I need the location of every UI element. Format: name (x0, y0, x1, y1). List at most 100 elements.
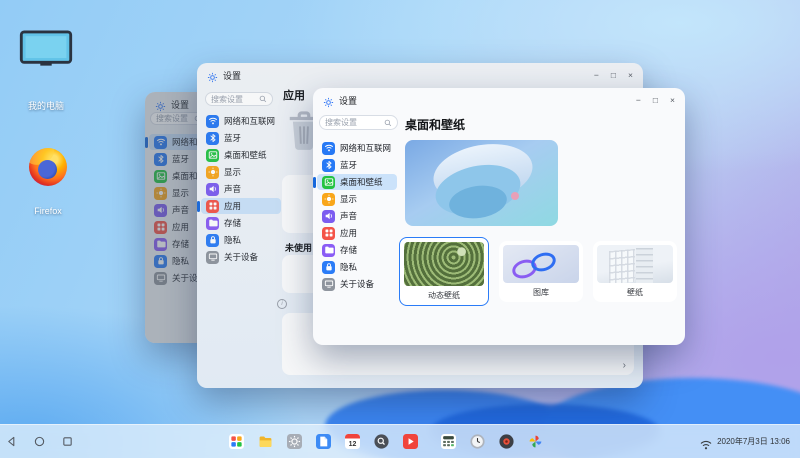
sidebar-item-label: 应用 (172, 221, 189, 233)
sidebar-item-bluetooth[interactable]: 蓝牙 (201, 130, 281, 146)
taskbar-app-settings-icon[interactable] (287, 434, 302, 449)
wifi-status-icon[interactable] (700, 437, 712, 447)
sidebar-item-sound[interactable]: 声音 (201, 181, 281, 197)
wallpaper-card-static[interactable]: 壁纸 (593, 241, 677, 302)
taskbar-app-search-icon[interactable] (374, 434, 389, 449)
sidebar-item-label: 声音 (224, 183, 241, 195)
sidebar-item-storage[interactable]: 存储 (201, 215, 281, 231)
section-label-unused: 未使用 (285, 241, 312, 254)
settings-search-input[interactable] (211, 93, 259, 105)
sidebar-item-label: 显示 (172, 187, 189, 199)
sidebar-item-apps[interactable]: 应用 (201, 198, 281, 214)
about-icon (154, 272, 167, 285)
wallpaper-card-dynamic[interactable]: 动态壁纸 (399, 237, 489, 306)
sidebar-item-label: 隐私 (224, 234, 241, 246)
sidebar-item-display[interactable]: 显示 (317, 191, 397, 207)
settings-gear-icon (207, 70, 218, 81)
window-titlebar[interactable]: 设置 − □ × (313, 88, 685, 112)
page-title: 应用 (283, 87, 305, 103)
sidebar-item-sound[interactable]: 声音 (317, 208, 397, 224)
wallpaper-card-label: 壁纸 (597, 287, 673, 298)
minimize-button[interactable]: − (636, 96, 641, 105)
more-chevron[interactable]: › (623, 360, 626, 371)
sidebar-item-network[interactable]: 网络和互联网 (317, 140, 397, 156)
sidebar-item-display[interactable]: 显示 (201, 164, 281, 180)
taskbar-app-documents-icon[interactable] (316, 434, 331, 449)
sidebar-item-label: 存储 (340, 244, 357, 256)
sidebar-item-label: 显示 (340, 193, 357, 205)
bluetooth-icon (322, 159, 335, 172)
sidebar-item-label: 存储 (224, 217, 241, 229)
sidebar-item-label: 关于设备 (224, 251, 258, 263)
desktop: 我的电脑 Firefox 设置 − □ × 网络和互联网蓝牙桌面和壁纸显示声音应… (0, 0, 800, 458)
storage-icon (206, 217, 219, 230)
display-icon (322, 193, 335, 206)
settings-sidebar: 网络和互联网蓝牙桌面和壁纸显示声音应用存储隐私关于设备 (198, 113, 284, 266)
taskbar-app-calculator-icon[interactable] (441, 434, 456, 449)
display-icon (154, 187, 167, 200)
window-title: 设置 (223, 69, 241, 82)
taskbar-app-video-player-icon[interactable] (403, 434, 418, 449)
desktop-icon-label: Firefox (16, 206, 80, 216)
apps-icon (154, 221, 167, 234)
maximize-button[interactable]: □ (611, 71, 616, 80)
apps-icon (206, 200, 219, 213)
sidebar-item-network[interactable]: 网络和互联网 (201, 113, 281, 129)
wallpaper-icon (154, 170, 167, 183)
sidebar-item-label: 隐私 (340, 261, 357, 273)
sound-icon (206, 183, 219, 196)
selected-indicator (313, 177, 316, 188)
desktop-icon-my-computer[interactable]: 我的电脑 (14, 30, 78, 112)
maximize-button[interactable]: □ (653, 96, 658, 105)
sidebar-item-label: 声音 (172, 204, 189, 216)
static-thumbnail (597, 245, 673, 283)
desktop-icon-firefox[interactable]: Firefox (16, 148, 80, 216)
taskbar-app-launcher-icon[interactable] (229, 434, 244, 449)
sidebar-item-privacy[interactable]: 隐私 (201, 232, 281, 248)
wallpaper-card-row: 动态壁纸图库壁纸 (399, 237, 677, 306)
search-icon (384, 119, 392, 127)
search-icon (259, 95, 267, 103)
sidebar-item-label: 存储 (172, 238, 189, 250)
sidebar-item-label: 关于设备 (340, 278, 374, 290)
datetime-label[interactable]: 2020年7月3日 13:06 (717, 436, 790, 447)
network-icon (154, 136, 167, 149)
sidebar-item-apps[interactable]: 应用 (317, 225, 397, 241)
display-icon (206, 166, 219, 179)
sidebar-item-about[interactable]: 关于设备 (201, 249, 281, 265)
taskbar-app-photos-icon[interactable] (528, 434, 543, 449)
settings-search-input[interactable] (325, 117, 384, 129)
close-button[interactable]: × (670, 96, 675, 105)
taskbar-app-calendar-icon[interactable]: 12 (345, 434, 360, 449)
nav-home-button[interactable] (34, 436, 45, 447)
sidebar-item-privacy[interactable]: 隐私 (317, 259, 397, 275)
settings-window-front: 设置 − □ × 网络和互联网蓝牙桌面和壁纸显示声音应用存储隐私关于设备 桌面和… (313, 88, 685, 345)
sidebar-item-wallpaper[interactable]: 桌面和壁纸 (317, 174, 397, 190)
minimize-button[interactable]: − (594, 71, 599, 80)
bluetooth-icon (154, 153, 167, 166)
taskbar-app-clock-icon[interactable] (470, 434, 485, 449)
taskbar-app-recorder-icon[interactable] (499, 434, 514, 449)
taskbar-apps: 12 (229, 425, 543, 458)
wallpaper-card-gallery[interactable]: 图库 (499, 241, 583, 302)
selected-indicator (197, 201, 200, 212)
nav-recents-button[interactable] (62, 436, 73, 447)
sidebar-item-storage[interactable]: 存储 (317, 242, 397, 258)
close-button[interactable]: × (628, 71, 633, 80)
sidebar-item-label: 隐私 (172, 255, 189, 267)
settings-search-input[interactable] (156, 113, 194, 125)
window-title: 设置 (339, 94, 357, 107)
taskbar: 12 2020年7月3日 13:06 (0, 424, 800, 458)
settings-gear-icon (323, 95, 334, 106)
nav-back-button[interactable] (6, 436, 17, 447)
taskbar-status[interactable]: 2020年7月3日 13:06 (700, 425, 790, 458)
sidebar-item-label: 蓝牙 (224, 132, 241, 144)
sidebar-item-label: 网络和互联网 (224, 115, 275, 127)
sidebar-item-wallpaper[interactable]: 桌面和壁纸 (201, 147, 281, 163)
sidebar-item-label: 声音 (340, 210, 357, 222)
sidebar-item-bluetooth[interactable]: 蓝牙 (317, 157, 397, 173)
page-title: 桌面和壁纸 (405, 116, 465, 133)
taskbar-app-file-manager-icon[interactable] (258, 434, 273, 449)
window-titlebar[interactable]: 设置 − □ × (197, 63, 643, 87)
sidebar-item-about[interactable]: 关于设备 (317, 276, 397, 292)
